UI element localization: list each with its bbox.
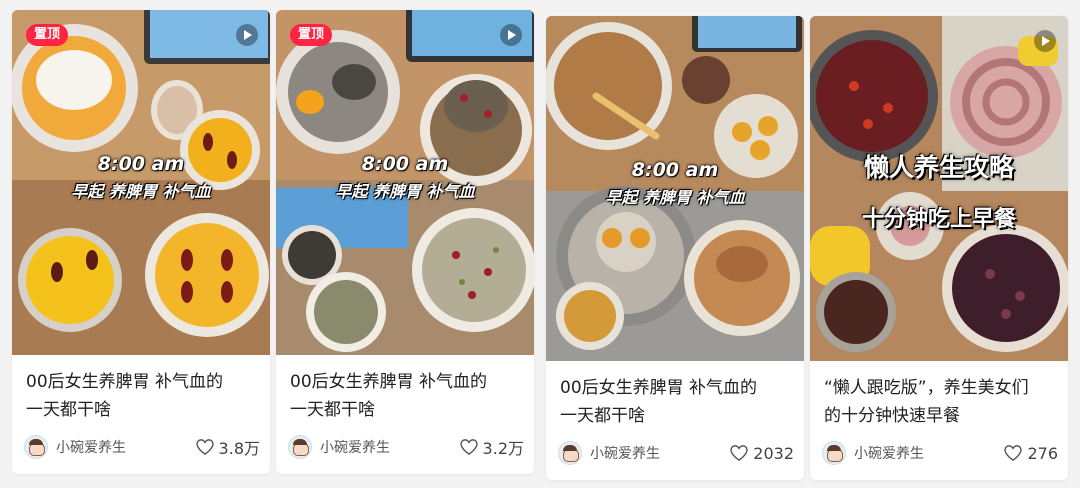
cover-overlay-subtitle: 早起 养脾胃 补气血 <box>71 182 211 201</box>
like-button[interactable]: 2032 <box>730 444 794 463</box>
cover-overlay-time: 8:00 am <box>631 159 719 181</box>
note-title[interactable]: 00后女生养脾胃 补气血的 一天都干啥 <box>26 368 258 424</box>
note-title-line: 00后女生养脾胃 补气血的 <box>290 372 488 392</box>
note-footer: 小碗爱养生 3.2万 <box>288 434 524 460</box>
avatar[interactable] <box>24 435 48 459</box>
note-title-line: 一天都干啥 <box>290 400 375 420</box>
note-footer: 小碗爱养生 276 <box>822 440 1058 466</box>
cover-overlay-subtitle: 早起 养脾胃 补气血 <box>335 182 475 201</box>
pinned-badge: 置顶 <box>290 24 333 46</box>
author-name[interactable]: 小碗爱养生 <box>56 437 196 457</box>
note-footer: 小碗爱养生 3.8万 <box>24 434 260 460</box>
heart-icon <box>730 445 748 461</box>
note-title-line: 一天都干啥 <box>560 406 645 426</box>
author-name[interactable]: 小碗爱养生 <box>320 437 460 457</box>
avatar[interactable] <box>288 435 312 459</box>
cover-image-1[interactable]: 置顶 8:00 am 早起 养脾胃 补气血 <box>12 10 270 355</box>
play-video-icon <box>500 24 522 46</box>
author-name[interactable]: 小碗爱养生 <box>854 443 1004 463</box>
note-card-2[interactable]: 置顶 8:00 am 早起 养脾胃 补气血 00后女生养脾胃 补气血的 一天都干… <box>276 10 534 474</box>
note-title-line: 00后女生养脾胃 补气血的 <box>560 378 758 398</box>
pinned-badge: 置顶 <box>26 24 69 46</box>
like-count: 3.8万 <box>218 439 260 458</box>
note-title[interactable]: “懒人跟吃版”，养生美女们 的十分钟快速早餐 <box>824 374 1056 430</box>
heart-icon <box>195 439 214 455</box>
note-title-line: 00后女生养脾胃 补气血的 <box>26 372 224 392</box>
like-count: 2032 <box>753 443 794 463</box>
like-count: 3.2万 <box>482 439 524 458</box>
cover-image-3[interactable]: 8:00 am 早起 养脾胃 补气血 <box>546 16 804 361</box>
food-photo-collage <box>810 16 1068 361</box>
avatar[interactable] <box>558 441 582 465</box>
note-card-3[interactable]: 8:00 am 早起 养脾胃 补气血 00后女生养脾胃 补气血的 一天都干啥 小… <box>546 16 804 480</box>
note-footer: 小碗爱养生 2032 <box>558 440 794 466</box>
cover-overlay-time: 8:00 am <box>361 153 449 175</box>
cover-image-4[interactable]: 懒人养生攻略 十分钟吃上早餐 <box>810 16 1068 361</box>
like-count: 276 <box>1027 443 1058 463</box>
play-video-icon <box>236 24 258 46</box>
avatar[interactable] <box>822 441 846 465</box>
cover-overlay-headline: 懒人养生攻略 <box>863 153 1014 182</box>
play-video-icon <box>1034 30 1056 52</box>
note-title-line: 一天都干啥 <box>26 400 111 420</box>
like-button[interactable]: 3.2万 <box>459 435 524 459</box>
like-button[interactable]: 3.8万 <box>195 435 260 459</box>
heart-icon <box>459 439 478 455</box>
note-title-line: 的十分钟快速早餐 <box>824 406 960 426</box>
note-card-1[interactable]: 置顶 8:00 am 早起 养脾胃 补气血 00后女生养脾胃 补气血的 一天都干… <box>12 10 270 474</box>
author-name[interactable]: 小碗爱养生 <box>590 443 730 463</box>
note-title[interactable]: 00后女生养脾胃 补气血的 一天都干啥 <box>290 368 522 424</box>
note-title-line: “懒人跟吃版”，养生美女们 <box>824 378 1029 398</box>
heart-icon <box>1004 445 1023 461</box>
cover-overlay-time: 8:00 am <box>97 153 185 175</box>
cover-image-2[interactable]: 置顶 8:00 am 早起 养脾胃 补气血 <box>276 10 534 355</box>
cover-overlay-subheadline: 十分钟吃上早餐 <box>861 207 1016 232</box>
note-title[interactable]: 00后女生养脾胃 补气血的 一天都干啥 <box>560 374 792 430</box>
cover-overlay-subtitle: 早起 养脾胃 补气血 <box>605 188 745 207</box>
like-button[interactable]: 276 <box>1004 444 1058 463</box>
note-card-4[interactable]: 懒人养生攻略 十分钟吃上早餐 “懒人跟吃版”，养生美女们 的十分钟快速早餐 小碗… <box>810 16 1068 480</box>
